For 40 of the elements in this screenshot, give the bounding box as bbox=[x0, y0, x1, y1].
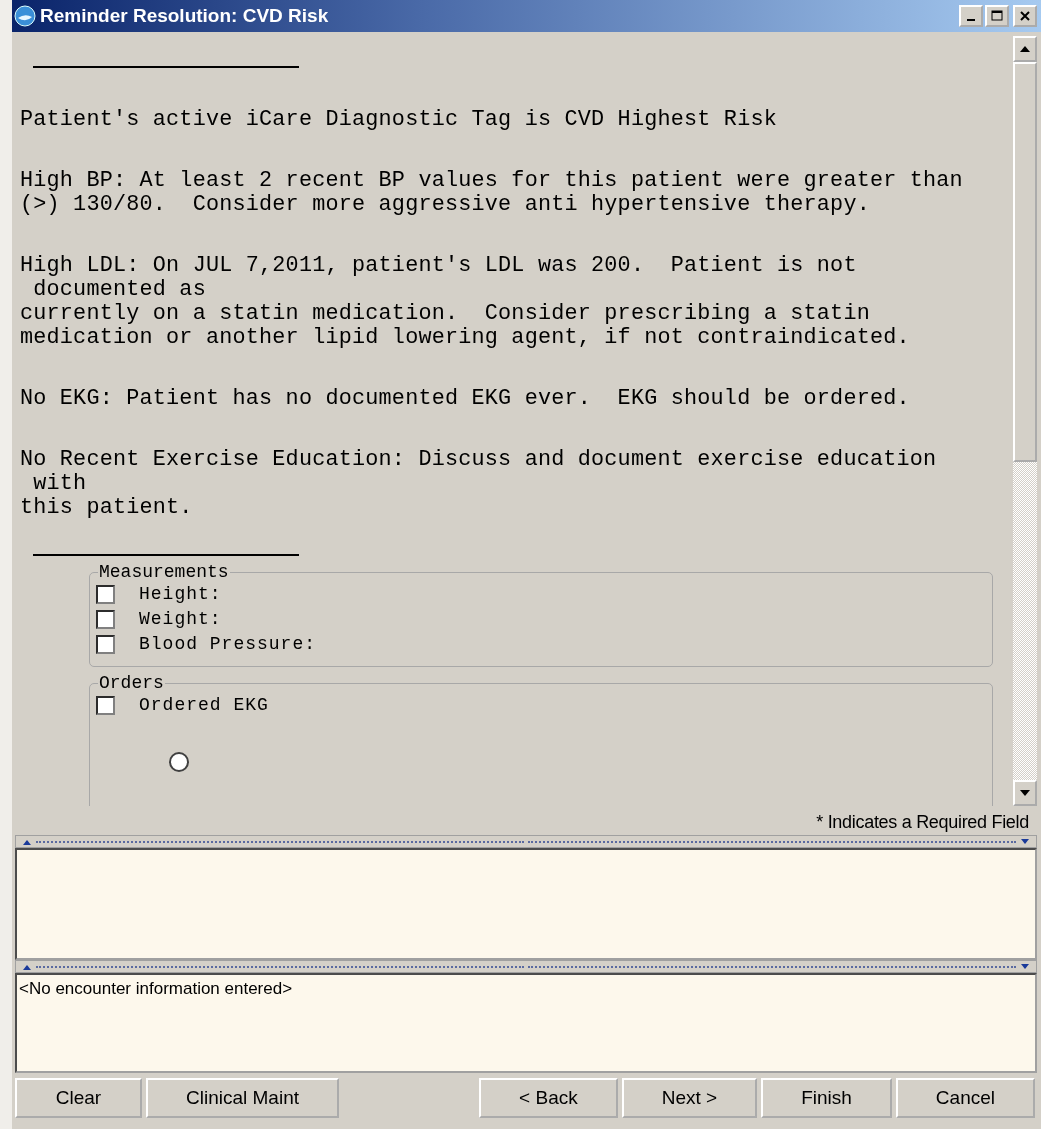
window-title: Reminder Resolution: CVD Risk bbox=[40, 5, 330, 27]
dialog-button[interactable]: Next > bbox=[621, 1078, 758, 1118]
dialog-button[interactable]: Clinical Maint bbox=[146, 1078, 339, 1118]
maximize-button[interactable] bbox=[985, 5, 1009, 27]
checkbox[interactable] bbox=[96, 695, 115, 715]
checkbox-label: Height: bbox=[139, 584, 222, 604]
caret-up-icon bbox=[1019, 45, 1031, 53]
checkbox[interactable] bbox=[96, 584, 115, 604]
close-button[interactable] bbox=[1013, 5, 1037, 27]
dialog-button[interactable]: < Back bbox=[479, 1078, 618, 1118]
scrollbar[interactable] bbox=[1013, 36, 1037, 806]
dialog-button[interactable]: Finish bbox=[761, 1078, 892, 1118]
reminder-text: Patient's active iCare Diagnostic Tag is CVD Highest Risk bbox=[20, 108, 778, 134]
checkbox[interactable] bbox=[96, 634, 115, 654]
checkbox-label: Ordered EKG bbox=[139, 695, 269, 715]
scroll-up-button[interactable] bbox=[1013, 36, 1037, 62]
reminder-text: No Recent Exercise Education: Discuss and document exercise education with this patient. bbox=[20, 448, 938, 522]
group-title: Measurements bbox=[98, 562, 230, 582]
reminder-text: High BP: At least 2 recent BP values for this patient were greater than (>) 130/80. Consider more aggressive anti hypertensive therapy. bbox=[20, 169, 964, 219]
dialog-button[interactable]: Cancel bbox=[895, 1078, 1035, 1118]
caret-down-icon bbox=[1019, 789, 1031, 797]
globe-icon bbox=[14, 5, 36, 27]
reminder-text: High LDL: On JUL 7,2011, patient's LDL was 200. Patient is not documented as currently on a statin medication. Consider prescribing a statin medication or another lipid lowering agent, if not contraindicated. bbox=[20, 254, 911, 352]
reminder-text: No EKG: Patient has no documented EKG ever. EKG should be ordered. bbox=[20, 387, 911, 413]
close-icon bbox=[1019, 10, 1031, 22]
checkbox-label: Blood Pressure: bbox=[139, 634, 317, 654]
splitter-bar[interactable] bbox=[15, 835, 1037, 848]
maximize-icon bbox=[991, 10, 1003, 22]
checkbox-label: Weight: bbox=[139, 609, 222, 629]
required-note: * Indicates a Required Field bbox=[816, 812, 1029, 833]
checkbox[interactable] bbox=[96, 609, 115, 629]
splitter-bar[interactable] bbox=[15, 960, 1037, 973]
group-title: Orders bbox=[98, 673, 165, 693]
scroll-thumb[interactable] bbox=[1013, 62, 1037, 462]
minimize-icon bbox=[967, 19, 975, 21]
dialog-button[interactable]: Clear bbox=[15, 1078, 142, 1118]
encounter-text: <No encounter information entered> bbox=[19, 979, 293, 998]
radio-icon[interactable] bbox=[168, 751, 190, 773]
minimize-button[interactable] bbox=[959, 5, 983, 27]
scroll-down-button[interactable] bbox=[1013, 780, 1037, 806]
